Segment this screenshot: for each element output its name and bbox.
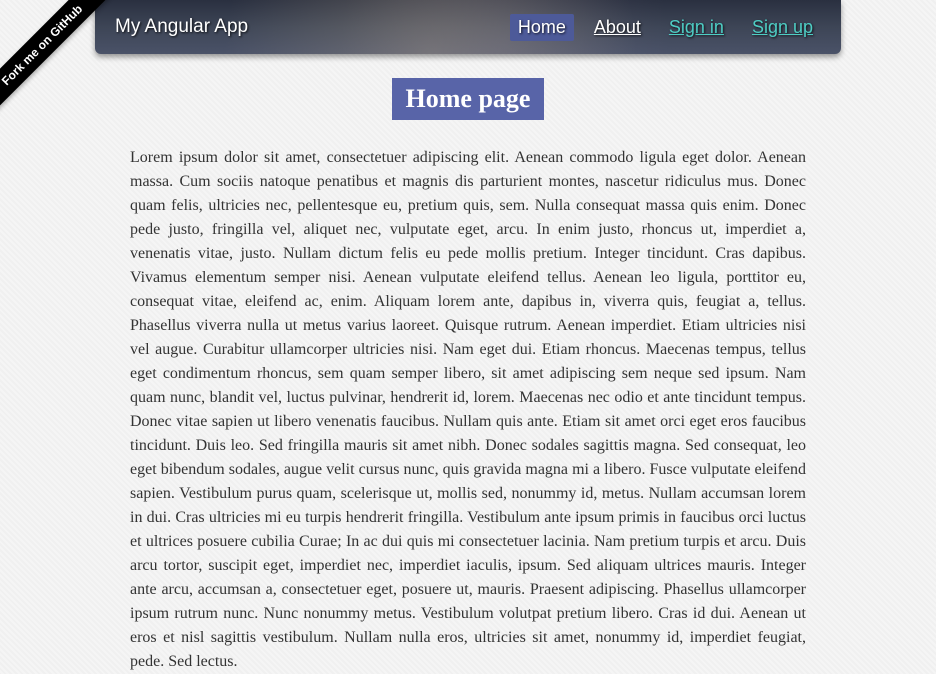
content-body: Lorem ipsum dolor sit amet, consectetuer… <box>130 146 806 674</box>
header: My Angular App Home About Sign in Sign u… <box>95 0 841 54</box>
github-ribbon-label: Fork me on GitHub <box>0 0 122 125</box>
nav-signin[interactable]: Sign in <box>661 14 732 41</box>
page-title-wrap: Home page <box>0 78 936 120</box>
github-ribbon[interactable]: Fork me on GitHub <box>0 0 130 130</box>
nav: Home About Sign in Sign up <box>510 14 821 41</box>
nav-signup[interactable]: Sign up <box>744 14 821 41</box>
app-title: My Angular App <box>115 16 248 38</box>
nav-about[interactable]: About <box>586 14 649 41</box>
nav-home[interactable]: Home <box>510 14 574 41</box>
page-title: Home page <box>392 78 545 120</box>
